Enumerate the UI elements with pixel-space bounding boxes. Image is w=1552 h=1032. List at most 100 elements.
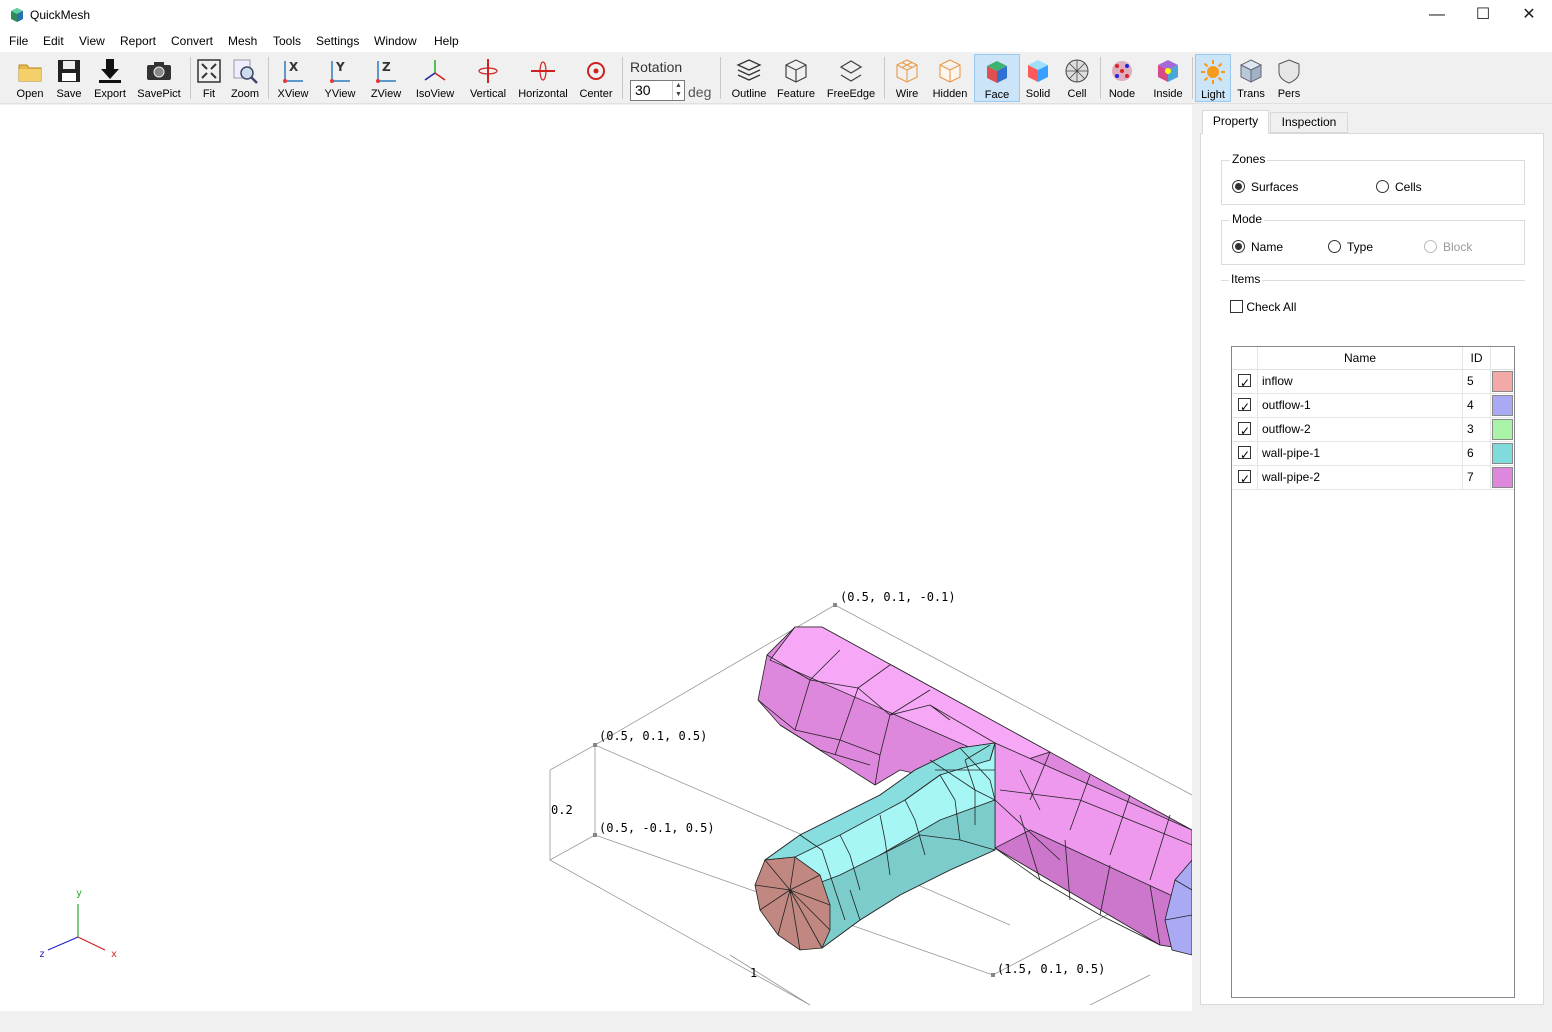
table-row[interactable]: inflow 5 — [1232, 370, 1514, 395]
outline-layers-icon — [736, 59, 762, 81]
wire-button[interactable]: Wire — [888, 54, 926, 102]
row-checkbox[interactable] — [1238, 444, 1251, 467]
zones-cells-radio[interactable]: Cells — [1376, 180, 1422, 194]
feature-button[interactable]: Feature — [774, 54, 818, 102]
xview-button[interactable]: X XView — [272, 54, 314, 102]
rotation-spinner[interactable]: ▲ ▼ — [672, 81, 684, 100]
savepict-button[interactable]: SavePict — [134, 54, 184, 102]
fit-button[interactable]: Fit — [192, 54, 226, 102]
inside-button[interactable]: Inside — [1148, 54, 1188, 102]
solid-button[interactable]: Solid — [1020, 54, 1056, 102]
cell-button[interactable]: Cell — [1060, 54, 1094, 102]
save-button[interactable]: Save — [50, 54, 88, 102]
mode-block-radio: Block — [1424, 240, 1472, 254]
toolbar-separator — [884, 57, 885, 99]
rotation-value: 30 — [635, 82, 651, 98]
yview-button[interactable]: Y YView — [319, 54, 361, 102]
mode-group: Mode Name Type Block — [1221, 212, 1525, 265]
rotation-label: Rotation — [630, 59, 683, 75]
spin-down-icon[interactable]: ▼ — [675, 91, 682, 98]
zones-surfaces-radio[interactable]: Surfaces — [1232, 180, 1298, 194]
free-edge-icon — [839, 60, 863, 82]
pers-button[interactable]: Pers — [1271, 54, 1307, 102]
maximize-button[interactable]: ☐ — [1460, 0, 1506, 30]
freeedge-button[interactable]: FreeEdge — [824, 54, 878, 102]
header-id[interactable]: ID — [1463, 347, 1491, 370]
hidden-button[interactable]: Hidden — [928, 54, 972, 102]
tab-property[interactable]: Property — [1202, 110, 1269, 134]
row-checkbox[interactable] — [1238, 420, 1251, 443]
items-table: Name ID inflow 5 outflow-1 4 outflow-2 3 — [1231, 346, 1515, 998]
hidden-line-cube-icon — [939, 59, 961, 83]
row-color-swatch[interactable] — [1492, 371, 1513, 392]
transparent-cube-icon — [1239, 59, 1263, 83]
check-all-checkbox[interactable]: Check All — [1230, 300, 1296, 314]
title-bar: QuickMesh — ☐ ✕ — [0, 0, 1552, 30]
face-cube-icon — [987, 61, 1007, 83]
face-button[interactable]: Face — [974, 54, 1020, 102]
folder-icon — [18, 64, 42, 82]
table-row[interactable]: outflow-2 3 — [1232, 418, 1514, 443]
vertical-rotate-button[interactable]: Vertical — [466, 54, 510, 102]
export-button[interactable]: Export — [88, 54, 132, 102]
menu-mesh[interactable]: Mesh — [228, 34, 257, 48]
radio-empty-icon — [1424, 240, 1437, 253]
zoom-button[interactable]: Zoom — [227, 54, 263, 102]
axis-z-label: z — [39, 949, 45, 960]
row-checkbox[interactable] — [1238, 372, 1251, 395]
table-row[interactable]: wall-pipe-1 6 — [1232, 442, 1514, 467]
svg-text:X: X — [289, 60, 299, 74]
mesh-viewport[interactable]: (0.5, 0.1, -0.1) (0.5, 0.1, 0.5) (0.5, -… — [0, 105, 1192, 1011]
center-button[interactable]: Center — [575, 54, 617, 102]
checkbox-empty-icon — [1230, 300, 1243, 313]
node-button[interactable]: Node — [1104, 54, 1140, 102]
menu-settings[interactable]: Settings — [316, 34, 359, 48]
row-checkbox[interactable] — [1238, 396, 1251, 419]
mode-name-radio[interactable]: Name — [1232, 240, 1283, 254]
row-id: 4 — [1463, 394, 1491, 417]
row-checkbox[interactable] — [1238, 468, 1251, 491]
radio-selected-icon — [1232, 180, 1245, 193]
zview-button[interactable]: Z ZView — [365, 54, 407, 102]
row-id: 7 — [1463, 466, 1491, 489]
vertical-rotate-icon — [478, 59, 498, 83]
floppy-disk-icon — [58, 60, 80, 82]
y-axis-view-icon: Y — [330, 60, 350, 83]
menu-convert[interactable]: Convert — [171, 34, 213, 48]
menu-tools[interactable]: Tools — [273, 34, 301, 48]
menu-report[interactable]: Report — [120, 34, 156, 48]
menu-view[interactable]: View — [79, 34, 105, 48]
mode-type-radio[interactable]: Type — [1328, 240, 1373, 254]
row-color-swatch[interactable] — [1492, 419, 1513, 440]
isoview-button[interactable]: IsoView — [412, 54, 458, 102]
minimize-button[interactable]: — — [1414, 0, 1460, 30]
menu-help[interactable]: Help — [434, 34, 459, 48]
close-button[interactable]: ✕ — [1506, 0, 1552, 30]
inside-cube-icon — [1158, 60, 1178, 82]
cell-mesh-icon — [1065, 59, 1089, 83]
table-row[interactable]: outflow-1 4 — [1232, 394, 1514, 419]
row-color-swatch[interactable] — [1492, 467, 1513, 488]
spin-up-icon[interactable]: ▲ — [675, 82, 682, 89]
menu-window[interactable]: Window — [374, 34, 417, 48]
menu-edit[interactable]: Edit — [43, 34, 64, 48]
zones-group: Zones Surfaces Cells — [1221, 152, 1525, 205]
row-color-swatch[interactable] — [1492, 443, 1513, 464]
menu-file[interactable]: File — [9, 34, 28, 48]
outline-button[interactable]: Outline — [728, 54, 770, 102]
toolbar-separator — [1100, 57, 1101, 99]
table-row[interactable]: wall-pipe-2 7 — [1232, 466, 1514, 491]
horizontal-rotate-button[interactable]: Horizontal — [516, 54, 570, 102]
coord-label: (0.5, 0.1, -0.1) — [840, 590, 956, 604]
row-color-swatch[interactable] — [1492, 395, 1513, 416]
header-name[interactable]: Name — [1258, 347, 1463, 370]
trans-button[interactable]: Trans — [1233, 54, 1269, 102]
mesh-canvas[interactable]: (0.5, 0.1, -0.1) (0.5, 0.1, 0.5) (0.5, -… — [0, 105, 1192, 1011]
open-button[interactable]: Open — [10, 54, 50, 102]
rotation-input[interactable]: 30 ▲ ▼ — [630, 80, 685, 101]
tab-inspection[interactable]: Inspection — [1270, 112, 1348, 133]
toolbar: Open Save Export SavePict Fit Zoom X XVi… — [0, 52, 1552, 104]
light-button[interactable]: Light — [1195, 54, 1231, 102]
wireframe-cube-icon — [896, 59, 918, 83]
toolbar-separator — [720, 57, 721, 99]
